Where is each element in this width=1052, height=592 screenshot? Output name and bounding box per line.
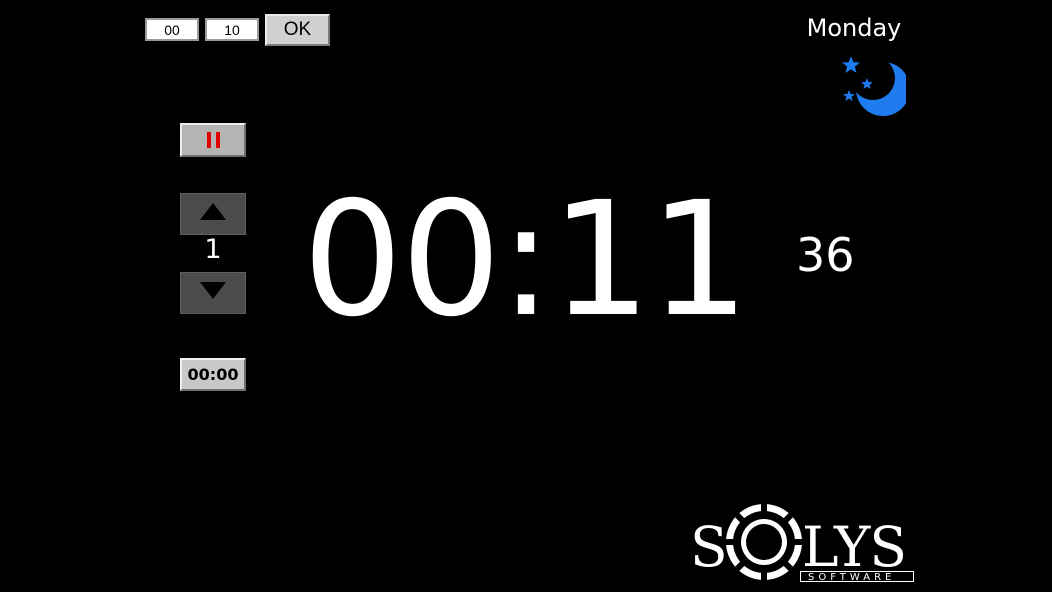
pause-button[interactable] xyxy=(180,123,246,157)
logo-subtitle: SOFTWARE xyxy=(808,572,895,583)
ok-button[interactable]: OK xyxy=(265,14,330,46)
moon-stars-icon xyxy=(836,54,910,124)
alarm-minutes-input[interactable] xyxy=(205,18,259,41)
main-clock-time: 00:11 xyxy=(302,168,749,352)
clock-screen: OK Monday 1 00:00 00:11 36 xyxy=(0,0,1052,592)
sun-emblem xyxy=(726,504,802,580)
arrow-up-icon xyxy=(200,202,226,220)
day-label: Monday xyxy=(806,14,902,42)
seconds-display: 36 xyxy=(796,228,855,282)
logo-text-left: S xyxy=(690,515,727,579)
reset-button[interactable]: 00:00 xyxy=(180,358,246,391)
arrow-down-icon xyxy=(200,281,226,299)
increment-button[interactable] xyxy=(180,193,246,235)
logo-text-right: LYS xyxy=(802,515,906,579)
step-value: 1 xyxy=(204,234,222,265)
pause-icon xyxy=(206,132,220,148)
solys-logo: S LYS SOFTWARE xyxy=(688,498,918,588)
alarm-hours-input[interactable] xyxy=(145,18,199,41)
decrement-button[interactable] xyxy=(180,272,246,314)
